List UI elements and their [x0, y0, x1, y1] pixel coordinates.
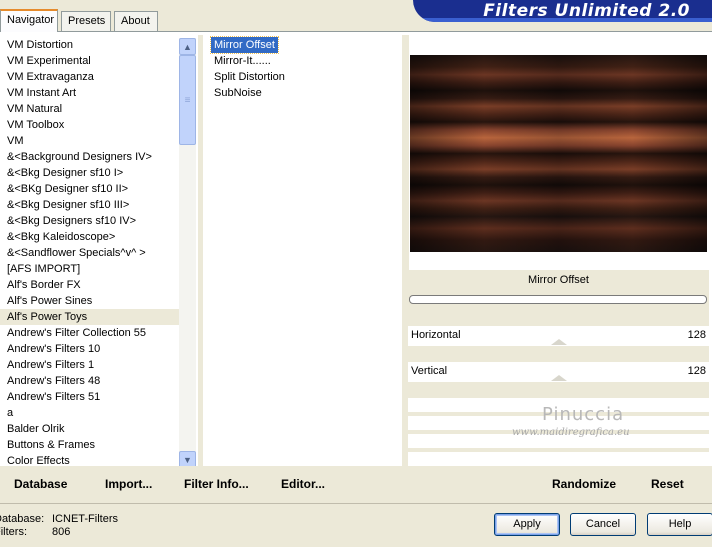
category-item[interactable]: Alf's Border FX — [0, 277, 180, 293]
vertical-label: Vertical — [411, 365, 448, 377]
category-item[interactable]: Andrew's Filter Collection 55 — [0, 325, 180, 341]
category-item[interactable]: &<Bkg Designers sf10 IV> — [0, 213, 180, 229]
category-item[interactable]: Andrew's Filters 1 — [0, 357, 180, 373]
category-item[interactable]: Balder Olrik — [0, 421, 180, 437]
filter-progress-box — [409, 295, 707, 304]
randomize-button[interactable]: Randomize — [552, 477, 616, 491]
category-item[interactable]: VM Distortion — [0, 37, 180, 53]
category-list[interactable]: VM Distortion VM Experimental VM Extravaga… — [0, 37, 180, 467]
filter-list[interactable]: Mirror Offset Mirror-It...... Split Distor… — [210, 36, 391, 101]
category-item[interactable]: VM Toolbox — [0, 117, 180, 133]
database-status-value: ICNET-Filters — [52, 513, 118, 525]
filters-unlimited-banner: Filters Unlimited 2.0 — [413, 0, 712, 22]
scroll-thumb[interactable]: ≡ — [179, 55, 196, 145]
category-item[interactable]: Andrew's Filters 10 — [0, 341, 180, 357]
arrow-up-icon: ▲ — [183, 41, 192, 52]
category-item[interactable]: Color Effects — [0, 453, 180, 467]
category-item[interactable]: Andrew's Filters 48 — [0, 373, 180, 389]
vertical-value: 128 — [687, 365, 706, 377]
filter-name-label: Mirror Offset — [528, 274, 589, 286]
slider-thumb-icon[interactable] — [551, 375, 567, 381]
cancel-button[interactable]: Cancel — [570, 513, 636, 536]
category-scrollbar[interactable]: ▲ ≡ ▼ — [179, 38, 196, 468]
category-item[interactable]: &<Bkg Designer sf10 III> — [0, 197, 180, 213]
database-status-label: Database: — [0, 513, 45, 525]
help-button[interactable]: Help — [647, 513, 712, 536]
category-item[interactable]: &<BKg Designer sf10 II> — [0, 181, 180, 197]
preview-image — [410, 55, 707, 252]
category-item[interactable]: &<Background Designers IV> — [0, 149, 180, 165]
action-bar: Database Import... Filter Info... Editor… — [0, 466, 712, 497]
category-item[interactable]: &<Bkg Designer sf10 I> — [0, 165, 180, 181]
horizontal-label: Horizontal — [411, 329, 461, 341]
banner-title: Filters Unlimited 2.0 — [483, 1, 690, 21]
filter-item[interactable]: Split Distortion — [211, 69, 288, 85]
category-item[interactable]: &<Sandflower Specials^v^ > — [0, 245, 180, 261]
pane-divider — [198, 35, 203, 497]
parameters-panel: Mirror Offset Horizontal 128 Vertical 12… — [408, 270, 709, 498]
watermark-name: Pinuccia — [542, 404, 625, 425]
tab-presets[interactable]: Presets — [61, 11, 111, 31]
horizontal-slider[interactable]: Horizontal 128 — [408, 326, 709, 346]
category-item[interactable]: VM Natural — [0, 101, 180, 117]
tab-navigator[interactable]: Navigator — [0, 9, 58, 32]
category-item[interactable]: Alf's Power Toys — [0, 309, 180, 325]
filter-item[interactable]: Mirror Offset — [210, 36, 279, 54]
category-item[interactable]: [AFS IMPORT] — [0, 261, 180, 277]
grip-icon: ≡ — [184, 94, 191, 106]
apply-button[interactable]: Apply — [494, 513, 560, 536]
filter-item[interactable]: SubNoise — [211, 85, 265, 101]
filters-count-value: 806 — [52, 526, 71, 538]
horizontal-value: 128 — [687, 329, 706, 341]
category-item[interactable]: VM — [0, 133, 180, 149]
category-item[interactable]: a — [0, 405, 180, 421]
category-item[interactable]: VM Extravaganza — [0, 69, 180, 85]
filters-count-label: Filters: — [0, 526, 27, 538]
reset-button[interactable]: Reset — [651, 477, 684, 491]
watermark-url: www.maidiregrafica.eu — [512, 427, 630, 438]
category-item[interactable]: Alf's Power Sines — [0, 293, 180, 309]
tab-about[interactable]: About — [114, 11, 158, 31]
database-button[interactable]: Database — [14, 477, 67, 491]
category-item[interactable]: VM Experimental — [0, 53, 180, 69]
vertical-slider[interactable]: Vertical 128 — [408, 362, 709, 382]
import-button[interactable]: Import... — [105, 477, 152, 491]
category-item[interactable]: Andrew's Filters 51 — [0, 389, 180, 405]
category-item[interactable]: VM Instant Art — [0, 85, 180, 101]
category-item[interactable]: Buttons & Frames — [0, 437, 180, 453]
filter-info-button[interactable]: Filter Info... — [184, 477, 249, 491]
editor-button[interactable]: Editor... — [281, 477, 325, 491]
scroll-up-button[interactable]: ▲ — [179, 38, 196, 55]
arrow-down-icon: ▼ — [183, 454, 192, 465]
empty-slider — [408, 452, 709, 466]
category-item[interactable]: &<Bkg Kaleidoscope> — [0, 229, 180, 245]
filter-item[interactable]: Mirror-It...... — [211, 53, 274, 69]
slider-thumb-icon[interactable] — [551, 339, 567, 345]
